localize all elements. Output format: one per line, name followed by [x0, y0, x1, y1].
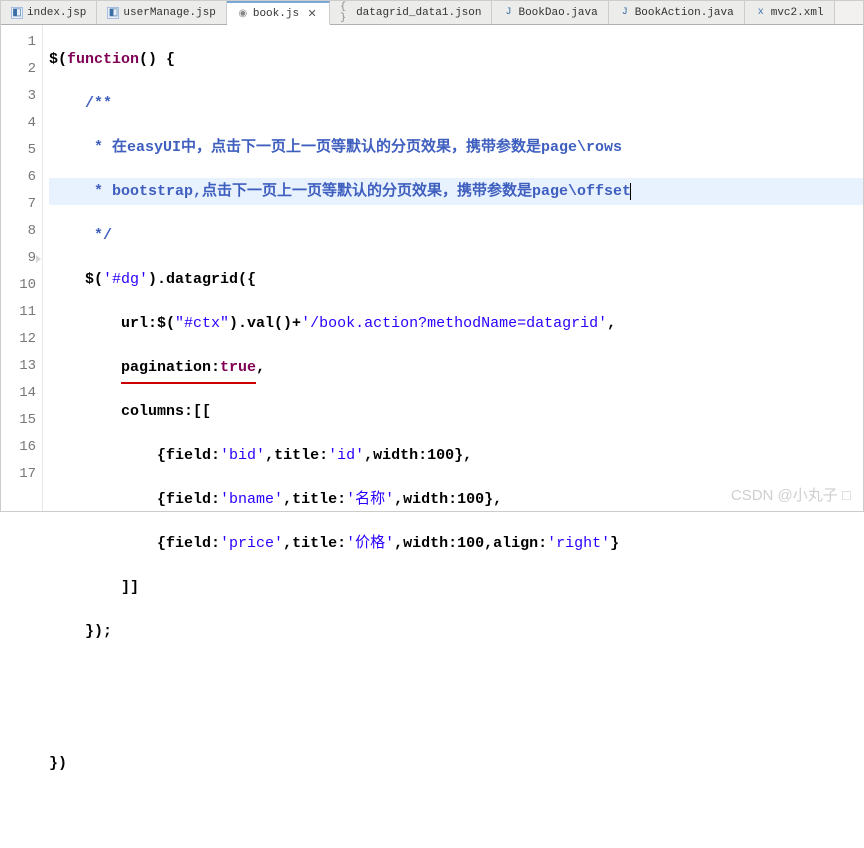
- line-number: 7: [1, 191, 36, 218]
- line-number: 14: [1, 380, 36, 407]
- code-line: {field:'bid',title:'id',width:100},: [49, 442, 863, 469]
- json-icon: { }: [340, 7, 352, 19]
- line-number: 15: [1, 407, 36, 434]
- line-number-gutter: 1 2 3 4 5 6 7 8 9 10 11 12 13 14 15 16 1…: [1, 25, 43, 511]
- line-number: 17: [1, 461, 36, 488]
- code-line: pagination:true,: [49, 354, 863, 381]
- tab-usermanage-jsp[interactable]: ◧ userManage.jsp: [97, 1, 226, 24]
- code-line: [49, 706, 863, 733]
- tab-label: BookAction.java: [635, 7, 734, 19]
- js-icon: ◉: [237, 8, 249, 20]
- line-number: 3: [1, 83, 36, 110]
- line-number: 2: [1, 56, 36, 83]
- error-underline: pagination:true: [121, 354, 256, 384]
- tab-index-jsp[interactable]: ◧ index.jsp: [1, 1, 97, 24]
- tab-label: datagrid_data1.json: [356, 7, 481, 19]
- code-line: /**: [49, 90, 863, 117]
- editor-tab-bar: ◧ index.jsp ◧ userManage.jsp ◉ book.js ✕…: [1, 1, 863, 25]
- code-line: * 在easyUI中，点击下一页上一页等默认的分页效果，携带参数是page\ro…: [49, 134, 863, 161]
- tab-datagrid-json[interactable]: { } datagrid_data1.json: [330, 1, 492, 24]
- line-number: 1: [1, 29, 36, 56]
- line-number: 12: [1, 326, 36, 353]
- java-icon: J: [502, 7, 514, 19]
- code-editor[interactable]: 1 2 3 4 5 6 7 8 9 10 11 12 13 14 15 16 1…: [1, 25, 863, 511]
- line-number: 5: [1, 137, 36, 164]
- tab-bookaction-java[interactable]: J BookAction.java: [609, 1, 745, 24]
- java-icon: J: [619, 7, 631, 19]
- tab-label: userManage.jsp: [123, 7, 215, 19]
- line-number: 9: [1, 245, 36, 272]
- tab-book-js[interactable]: ◉ book.js ✕: [227, 1, 330, 25]
- code-line: columns:[[: [49, 398, 863, 425]
- line-number: 10: [1, 272, 36, 299]
- watermark: CSDN @小丸子 □: [731, 484, 851, 505]
- code-line-active: * bootstrap,点击下一页上一页等默认的分页效果，携带参数是page\o…: [49, 178, 863, 205]
- text-caret: [630, 183, 631, 200]
- code-line: */: [49, 222, 863, 249]
- code-line: }): [49, 750, 863, 777]
- code-area[interactable]: $(function() { /** * 在easyUI中，点击下一页上一页等默…: [43, 25, 863, 511]
- tab-mvc2-xml[interactable]: x mvc2.xml: [745, 1, 835, 24]
- code-line: $(function() {: [49, 46, 863, 73]
- tab-label: book.js: [253, 8, 299, 20]
- code-line: url:$("#ctx").val()+'/book.action?method…: [49, 310, 863, 337]
- close-icon[interactable]: ✕: [305, 7, 319, 21]
- line-number: 4: [1, 110, 36, 137]
- tab-bookdao-java[interactable]: J BookDao.java: [492, 1, 608, 24]
- line-number: 6: [1, 164, 36, 191]
- xml-icon: x: [755, 7, 767, 19]
- code-line: [49, 662, 863, 689]
- tab-label: mvc2.xml: [771, 7, 824, 19]
- line-number: 13: [1, 353, 36, 380]
- code-line: $('#dg').datagrid({: [49, 266, 863, 293]
- line-number: 8: [1, 218, 36, 245]
- line-number: 11: [1, 299, 36, 326]
- line-number: 16: [1, 434, 36, 461]
- jsp-icon: ◧: [11, 7, 23, 19]
- code-line: {field:'price',title:'价格',width:100,alig…: [49, 530, 863, 557]
- code-line: });: [49, 618, 863, 645]
- code-line: ]]: [49, 574, 863, 601]
- jsp-icon: ◧: [107, 7, 119, 19]
- tab-label: index.jsp: [27, 7, 86, 19]
- tab-label: BookDao.java: [518, 7, 597, 19]
